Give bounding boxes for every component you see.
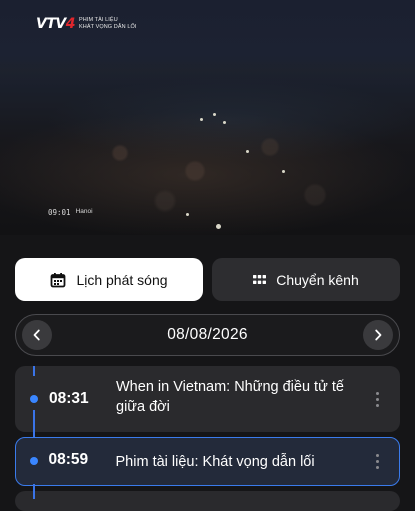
schedule-item[interactable] <box>15 491 400 511</box>
channel-logo-text: VTV4 <box>36 16 75 32</box>
date-navigator: 08/08/2026 <box>15 314 400 356</box>
schedule-item-current[interactable]: 08:59 Phim tài liệu: Khát vọng dẫn lối <box>15 437 400 486</box>
schedule-item-title: When in Vietnam: Những điều tử tế giữa đ… <box>116 379 344 415</box>
video-town <box>60 105 360 225</box>
schedule-item[interactable]: 08:31 When in Vietnam: Những điều tử tế … <box>15 366 400 432</box>
chevron-right-icon <box>375 329 382 341</box>
chevron-left-icon <box>33 329 40 341</box>
program-name-line1: PHIM TÀI LIỆU <box>78 17 118 23</box>
timeline-line <box>33 410 35 437</box>
program-name-overlay: PHIM TÀI LIỆU KHÁT VỌNG DẪN LỐI <box>79 17 137 31</box>
switch-channel-button[interactable]: Chuyển kênh <box>212 258 400 301</box>
program-name-line2: KHÁT VỌNG DẪN LỐI <box>78 24 137 30</box>
timeline-dot <box>30 395 38 403</box>
video-timestamp: 09:01 Hanoi <box>48 208 93 217</box>
timeline-line <box>33 366 35 376</box>
video-timestamp-city: Hanoi <box>75 208 93 215</box>
current-date: 08/08/2026 <box>167 326 248 343</box>
schedule-button[interactable]: Lịch phát sóng <box>15 258 203 301</box>
video-light <box>213 113 216 116</box>
schedule-item-title: Phim tài liệu: Khát vọng dẫn lối <box>115 454 315 470</box>
channel-logo: VTV4 PHIM TÀI LIỆU KHÁT VỌNG DẪN LỐI <box>36 16 137 32</box>
timeline-line <box>33 484 35 499</box>
next-date-button[interactable] <box>362 320 393 350</box>
video-timestamp-time: 09:01 <box>48 208 71 217</box>
timeline-dot <box>29 457 38 465</box>
grid-icon <box>253 274 267 284</box>
video-light <box>216 224 221 229</box>
switch-channel-label: Chuyển kênh <box>276 271 359 288</box>
video-light <box>186 213 189 216</box>
schedule-button-label: Lịch phát sóng <box>76 271 168 288</box>
more-options-icon[interactable] <box>373 454 383 469</box>
video-light <box>223 121 226 124</box>
schedule-item-time: 08:59 <box>48 451 89 468</box>
video-light <box>246 150 249 153</box>
calendar-icon <box>51 272 66 287</box>
action-buttons: Lịch phát sóng Chuyển kênh <box>15 258 400 301</box>
video-player[interactable]: VTV4 PHIM TÀI LIỆU KHÁT VỌNG DẪN LỐI 09:… <box>0 0 415 235</box>
video-light <box>282 170 285 173</box>
previous-date-button[interactable] <box>22 320 52 350</box>
schedule-item-time: 08:31 <box>49 390 89 407</box>
video-light <box>200 118 203 121</box>
more-options-icon[interactable] <box>372 392 382 407</box>
video-sky <box>0 55 415 85</box>
channel-logo-mark: VTV4 <box>36 16 75 32</box>
